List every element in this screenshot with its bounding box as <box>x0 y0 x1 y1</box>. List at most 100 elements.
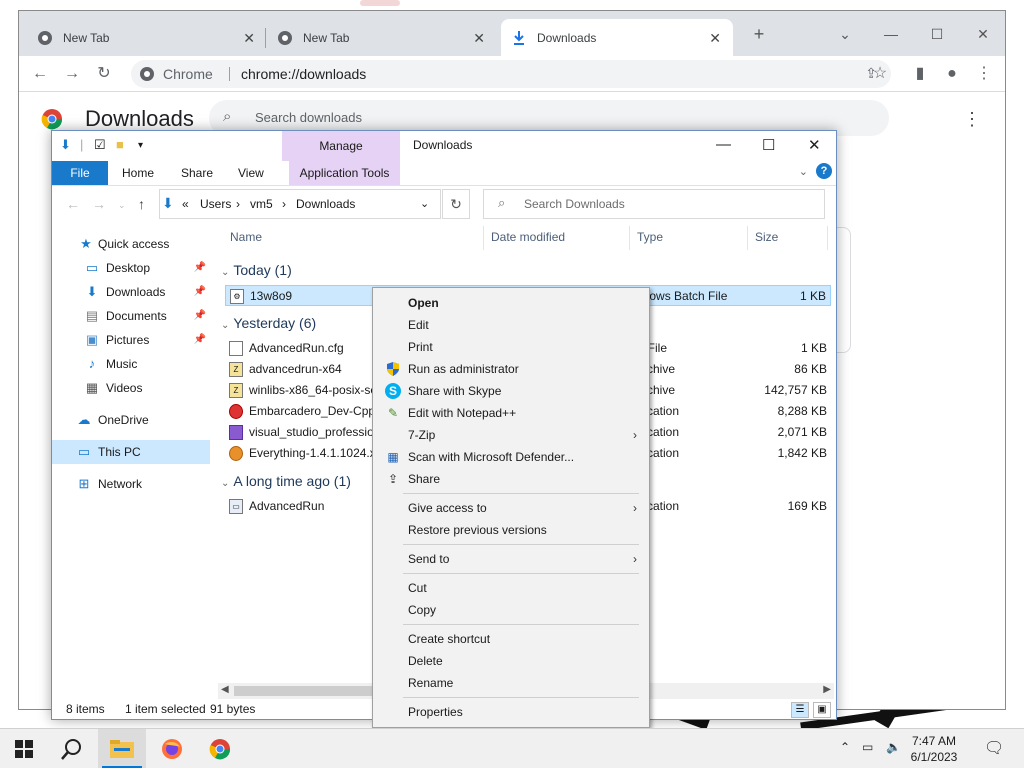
address-dropdown-icon[interactable]: ⌄ <box>420 197 429 210</box>
menu-item-edit-with-notepad-plus-plus[interactable]: ✎ Edit with Notepad++ <box>375 402 647 424</box>
back-icon[interactable]: ← <box>66 196 80 212</box>
help-icon[interactable]: ? <box>816 163 832 179</box>
volume-muted-icon[interactable]: 🔈 <box>886 740 901 754</box>
column-separator[interactable] <box>747 226 748 250</box>
menu-item-share-with-skype[interactable]: S Share with Skype <box>375 380 647 402</box>
scroll-right-icon[interactable]: ▶ <box>823 684 831 695</box>
new-tab-button[interactable]: + <box>739 19 779 49</box>
menu-item-properties[interactable]: Properties <box>375 701 647 723</box>
firefox-icon[interactable] <box>148 729 196 768</box>
maximize-button[interactable]: ☐ <box>917 19 957 49</box>
menu-item-7-zip[interactable]: 7-Zip › <box>375 424 647 446</box>
search-icon[interactable] <box>48 729 96 768</box>
maximize-button[interactable]: ☐ <box>762 136 775 154</box>
group-header[interactable]: ⌄ Yesterday (6) <box>221 315 316 331</box>
file-explorer-icon[interactable] <box>98 729 146 768</box>
breadcrumb-overflow[interactable]: « <box>182 197 189 211</box>
qat-dropdown-icon[interactable]: ▾ <box>138 140 143 151</box>
address-bar[interactable]: ⬇ « Users › vm5 › Downloads ⌄ <box>159 189 441 219</box>
details-view-icon[interactable]: ☰ <box>791 702 809 718</box>
expand-ribbon-chevron-icon[interactable]: ⌄ <box>799 165 808 178</box>
nav-item-music[interactable]: ♪ Music <box>52 352 210 376</box>
chrome-menu-icon[interactable]: ⋮ <box>973 63 995 85</box>
downloads-menu-icon[interactable]: ⋮ <box>963 109 981 130</box>
side-panel-icon[interactable]: ▮ <box>909 63 931 85</box>
nav-item-quick-access[interactable]: ★ Quick access <box>52 232 210 256</box>
ribbon-tab-share[interactable]: Share <box>175 161 219 185</box>
menu-item-print[interactable]: Print <box>375 336 647 358</box>
ribbon-tab-file[interactable]: File <box>52 161 108 185</box>
column-header-date-modified[interactable]: Date modified <box>491 230 565 244</box>
column-separator[interactable] <box>827 226 828 250</box>
chrome-tab-active[interactable]: Downloads ✕ <box>501 19 733 56</box>
forward-icon[interactable]: → <box>61 63 83 85</box>
column-separator[interactable] <box>483 226 484 250</box>
profile-avatar-icon[interactable]: ● <box>941 63 963 85</box>
address-bar[interactable]: Chrome chrome://downloads ⇪ <box>131 60 891 88</box>
breadcrumb-users[interactable]: Users <box>200 197 231 211</box>
nav-item-documents[interactable]: ▤ Documents 📌 <box>52 304 210 328</box>
column-header-size[interactable]: Size <box>755 230 778 244</box>
close-tab-icon[interactable]: ✕ <box>709 30 721 47</box>
system-clock[interactable]: 7:47 AM 6/1/2023 <box>904 733 964 765</box>
nav-item-network[interactable]: ⊞ Network <box>52 472 210 496</box>
menu-item-copy[interactable]: Copy <box>375 599 647 621</box>
menu-item-share[interactable]: ⇪ Share <box>375 468 647 490</box>
nav-item-pictures[interactable]: ▣ Pictures 📌 <box>52 328 210 352</box>
menu-item-open[interactable]: Open <box>375 292 647 314</box>
refresh-icon[interactable]: ↻ <box>442 189 470 219</box>
breadcrumb-chevron-icon[interactable]: › <box>236 197 240 211</box>
breadcrumb-downloads[interactable]: Downloads <box>296 197 355 211</box>
group-header[interactable]: ⌄ A long time ago (1) <box>221 473 351 489</box>
ribbon-tab-view[interactable]: View <box>232 161 270 185</box>
breadcrumb-vm5[interactable]: vm5 <box>250 197 273 211</box>
large-icons-view-icon[interactable]: ▣ <box>813 702 831 718</box>
close-window-button[interactable]: ✕ <box>808 136 821 154</box>
scroll-left-icon[interactable]: ◀ <box>221 684 229 695</box>
close-tab-icon[interactable]: ✕ <box>243 30 255 47</box>
nav-item-onedrive[interactable]: ☁ OneDrive <box>52 408 210 432</box>
ribbon-tab-home[interactable]: Home <box>116 161 160 185</box>
menu-item-run-as-administrator[interactable]: Run as administrator <box>375 358 647 380</box>
chrome-icon[interactable] <box>196 729 244 768</box>
minimize-button[interactable]: — <box>871 19 911 49</box>
menu-item-give-access-to[interactable]: Give access to › <box>375 497 647 519</box>
bookmark-star-icon[interactable]: ☆ <box>869 63 891 85</box>
menu-item-restore-previous-versions[interactable]: Restore previous versions <box>375 519 647 541</box>
forward-icon[interactable]: → <box>92 196 106 212</box>
column-header-type[interactable]: Type <box>637 230 663 244</box>
up-icon[interactable]: ↑ <box>138 196 145 212</box>
notification-center-icon[interactable]: 🗨 <box>984 738 1004 758</box>
close-window-button[interactable]: ✕ <box>963 19 1003 49</box>
nav-item-videos[interactable]: ▦ Videos <box>52 376 210 400</box>
ribbon-tab-application-tools[interactable]: Application Tools <box>289 161 400 185</box>
properties-check-icon[interactable]: ☑ <box>94 137 106 153</box>
breadcrumb-chevron-icon[interactable]: › <box>282 197 286 211</box>
chrome-tab[interactable]: New Tab ✕ <box>27 19 267 56</box>
recent-locations-icon[interactable]: ⌄ <box>118 200 126 211</box>
search-input[interactable]: ⌕ Search Downloads <box>483 189 825 219</box>
network-tray-icon[interactable]: ▭ <box>862 740 873 754</box>
menu-item-cut[interactable]: Cut <box>375 577 647 599</box>
nav-item-this-pc[interactable]: ▭ This PC <box>52 440 210 464</box>
column-separator[interactable] <box>629 226 630 250</box>
nav-item-downloads[interactable]: ⬇ Downloads 📌 <box>52 280 210 304</box>
close-tab-icon[interactable]: ✕ <box>473 30 485 47</box>
menu-item-edit[interactable]: Edit <box>375 314 647 336</box>
menu-item-delete[interactable]: Delete <box>375 650 647 672</box>
reload-icon[interactable]: ↻ <box>93 63 115 85</box>
chrome-tab[interactable]: New Tab ✕ <box>267 19 497 56</box>
column-header-name[interactable]: Name <box>230 230 262 244</box>
menu-item-send-to[interactable]: Send to › <box>375 548 647 570</box>
back-icon[interactable]: ← <box>29 63 51 85</box>
show-hidden-icons-chevron-icon[interactable]: ⌃ <box>840 740 850 754</box>
minimize-button[interactable]: — <box>716 136 731 153</box>
nav-item-desktop[interactable]: ▭ Desktop 📌 <box>52 256 210 280</box>
new-folder-icon[interactable]: ■ <box>116 137 124 152</box>
menu-item-scan-with-defender[interactable]: ▦ Scan with Microsoft Defender... <box>375 446 647 468</box>
scrollbar-thumb[interactable] <box>234 686 384 696</box>
menu-item-create-shortcut[interactable]: Create shortcut <box>375 628 647 650</box>
menu-item-rename[interactable]: Rename <box>375 672 647 694</box>
group-header[interactable]: ⌄ Today (1) <box>221 262 292 278</box>
tab-search-chevron-icon[interactable]: ⌄ <box>825 19 865 49</box>
